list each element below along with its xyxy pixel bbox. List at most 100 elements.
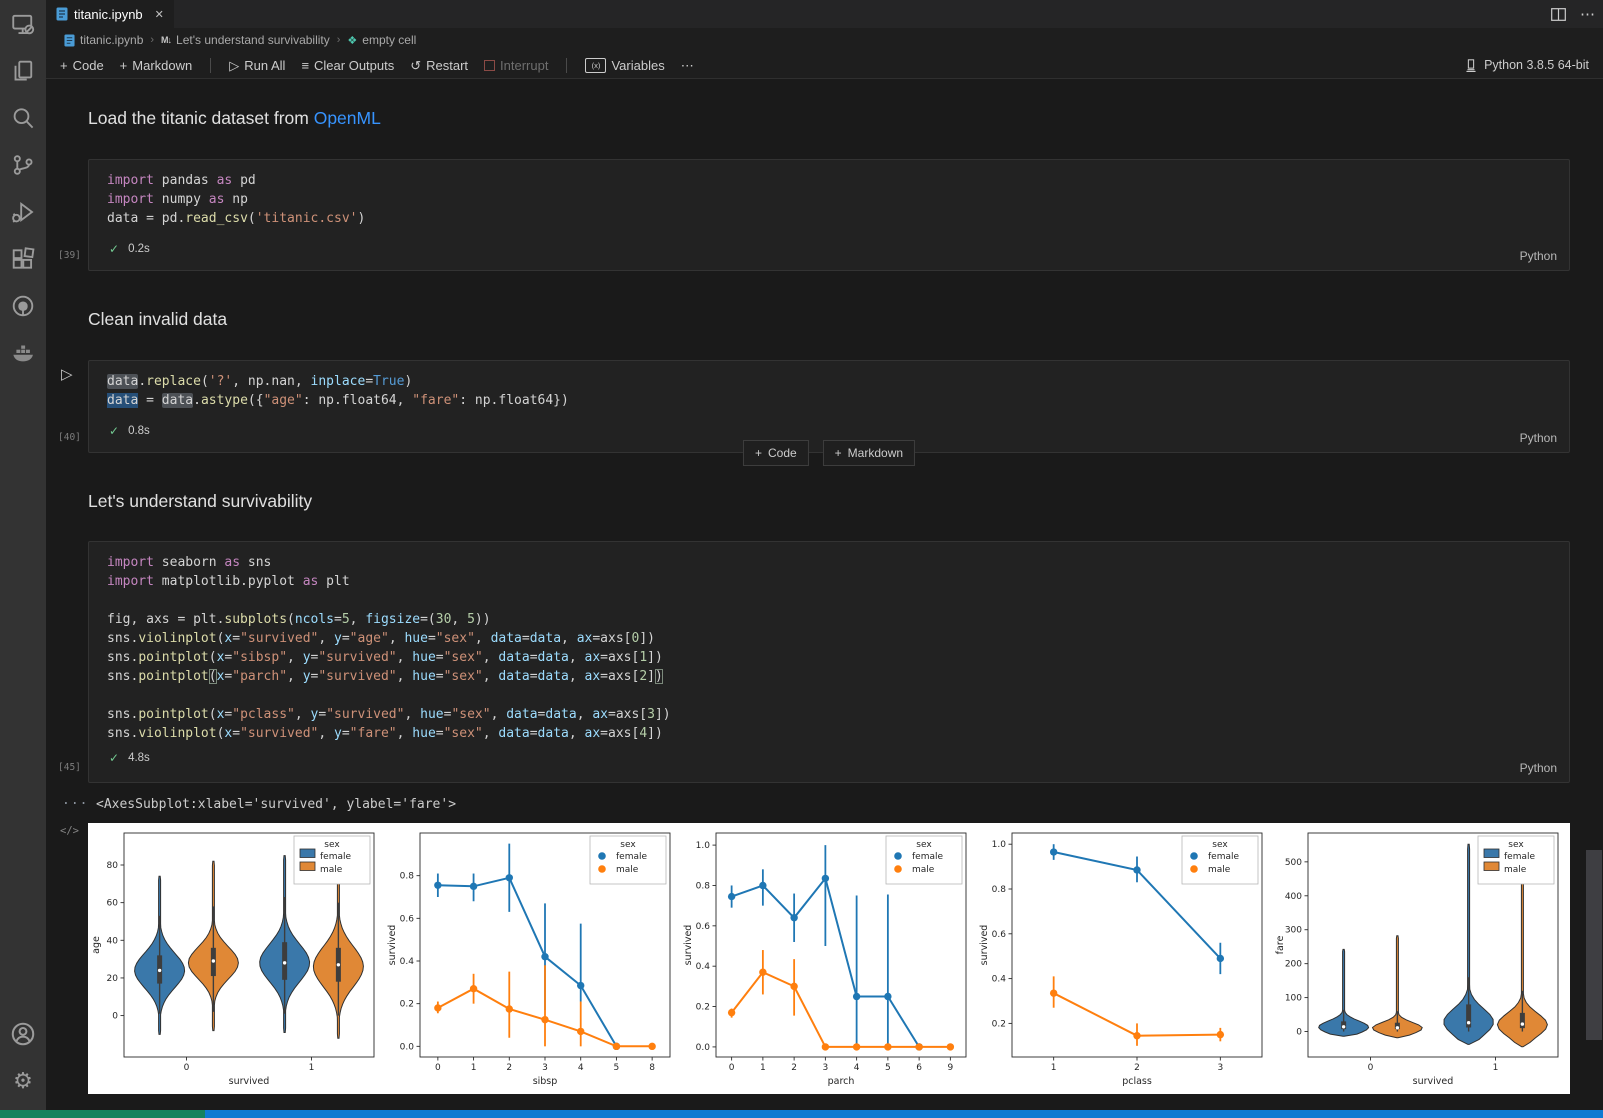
- run-all-button[interactable]: ▷Run All: [229, 58, 285, 73]
- source-control-icon[interactable]: [0, 141, 46, 188]
- svg-text:3: 3: [1217, 1063, 1223, 1073]
- svg-text:0.4: 0.4: [696, 962, 711, 972]
- close-icon[interactable]: ✕: [155, 8, 164, 21]
- output-repr-text: <AxesSubplot:xlabel='survived', ylabel='…: [96, 797, 456, 812]
- success-check-icon: ✓: [109, 751, 119, 765]
- svg-text:female: female: [616, 852, 647, 862]
- svg-text:3: 3: [542, 1063, 548, 1073]
- output-collapse-icon[interactable]: ...: [62, 793, 88, 808]
- svg-text:0.4: 0.4: [992, 975, 1007, 985]
- toolbar-separator: [566, 58, 567, 73]
- code-editor[interactable]: import pandas as pdimport numpy as npdat…: [89, 160, 1569, 228]
- svg-text:0: 0: [112, 1012, 118, 1022]
- tab-bar: titanic.ipynb ✕ ⋯: [46, 0, 1603, 28]
- svg-text:20: 20: [107, 974, 119, 984]
- tab-titanic-ipynb[interactable]: titanic.ipynb ✕: [46, 0, 174, 28]
- code-cell-1[interactable]: [39] import pandas as pdimport numpy as …: [88, 159, 1570, 271]
- svg-text:female: female: [1504, 852, 1535, 862]
- github-icon[interactable]: [0, 282, 46, 329]
- interrupt-button[interactable]: Interrupt: [484, 58, 548, 73]
- svg-text:0: 0: [1296, 1028, 1302, 1038]
- svg-text:6: 6: [916, 1063, 922, 1073]
- svg-text:0: 0: [729, 1063, 735, 1073]
- svg-text:500: 500: [1285, 858, 1302, 868]
- svg-text:male: male: [912, 865, 935, 875]
- more-actions-icon[interactable]: ⋯: [1580, 5, 1595, 23]
- cell-language[interactable]: Python: [1520, 431, 1557, 445]
- interrupt-icon: [484, 60, 495, 71]
- add-markdown-button[interactable]: +Markdown: [120, 58, 193, 73]
- plus-icon: +: [755, 446, 762, 460]
- clear-outputs-button[interactable]: ≡Clear Outputs: [301, 58, 394, 73]
- toolbar-more-icon[interactable]: ⋯: [681, 59, 694, 72]
- split-editor-icon[interactable]: [1551, 8, 1566, 21]
- settings-gear-icon[interactable]: ⚙: [0, 1057, 46, 1104]
- run-debug-icon[interactable]: [0, 188, 46, 235]
- svg-text:sex: sex: [1508, 840, 1524, 850]
- remote-explorer-icon[interactable]: [0, 0, 46, 47]
- markdown-text: Let's understand survivability: [88, 491, 312, 511]
- svg-text:4: 4: [578, 1063, 584, 1073]
- execution-time: 4.8s: [128, 752, 150, 764]
- insert-markdown-button[interactable]: +Markdown: [823, 440, 915, 466]
- chevron-right-icon: ›: [148, 34, 156, 46]
- svg-text:0.8: 0.8: [696, 881, 711, 891]
- search-icon[interactable]: [0, 94, 46, 141]
- execution-time: 0.8s: [128, 425, 150, 437]
- markdown-text: Load the titanic dataset from: [88, 108, 314, 128]
- point-chart-survived-by-sibsp: 0.00.20.40.60.80123458sibspsurvivedsexfe…: [384, 825, 680, 1093]
- point-chart-survived-by-parch: 0.00.20.40.60.81.001234569parchsurviveds…: [680, 825, 976, 1093]
- markdown-cell-clean-data[interactable]: Clean invalid data: [88, 305, 1570, 334]
- run-cell-icon[interactable]: ▷: [61, 365, 73, 383]
- editor-area: titanic.ipynb ✕ ⋯ titanic.ipynb › M↓ Let…: [46, 0, 1603, 1110]
- point-chart-survived-by-pclass: 0.20.40.60.81.0123pclasssurvivedsexfemal…: [976, 825, 1272, 1093]
- scrollbar-thumb[interactable]: [1586, 850, 1602, 1040]
- restart-button[interactable]: ↺Restart: [410, 58, 468, 73]
- insert-code-button[interactable]: +Code: [743, 440, 809, 466]
- remote-status-segment[interactable]: [0, 1110, 205, 1118]
- change-presentation-icon[interactable]: </>: [60, 825, 79, 837]
- svg-text:1.0: 1.0: [696, 841, 711, 851]
- add-code-button[interactable]: +Code: [60, 58, 104, 73]
- svg-text:female: female: [912, 852, 943, 862]
- breadcrumb-cell[interactable]: empty cell: [362, 33, 416, 47]
- markdown-cell-survivability[interactable]: Let's understand survivability: [88, 487, 1570, 516]
- cell-language[interactable]: Python: [1520, 249, 1557, 263]
- breadcrumb-file[interactable]: titanic.ipynb: [80, 33, 143, 47]
- explorer-icon[interactable]: [0, 47, 46, 94]
- svg-text:5: 5: [885, 1063, 891, 1073]
- openml-link[interactable]: OpenML: [314, 108, 381, 128]
- variables-button[interactable]: (x)Variables: [585, 58, 664, 73]
- svg-text:0.2: 0.2: [696, 1003, 710, 1013]
- account-icon[interactable]: [0, 1010, 46, 1057]
- cell-symbol-icon: ❖: [347, 34, 357, 47]
- markdown-cell-load-dataset[interactable]: Load the titanic dataset from OpenML: [88, 104, 1570, 133]
- svg-text:100: 100: [1285, 994, 1302, 1004]
- svg-text:2: 2: [1134, 1063, 1140, 1073]
- notebook-scroll-area[interactable]: Load the titanic dataset from OpenML [39…: [46, 79, 1603, 1110]
- svg-text:2: 2: [791, 1063, 797, 1073]
- docker-icon[interactable]: [0, 329, 46, 376]
- svg-text:1.0: 1.0: [992, 840, 1007, 850]
- svg-text:sex: sex: [324, 840, 340, 850]
- code-editor[interactable]: import seaborn as snsimport matplotlib.p…: [89, 542, 1569, 743]
- violin-chart-age-by-survived: 02040608001survivedagesexfemalemale: [88, 825, 384, 1093]
- svg-text:400: 400: [1285, 892, 1302, 902]
- svg-text:0.0: 0.0: [696, 1043, 711, 1053]
- kernel-picker[interactable]: Python 3.8.5 64-bit: [1464, 52, 1589, 78]
- svg-text:3: 3: [823, 1063, 829, 1073]
- svg-text:age: age: [91, 936, 102, 954]
- svg-text:0.0: 0.0: [400, 1042, 415, 1052]
- svg-text:survived: survived: [1413, 1076, 1454, 1087]
- breadcrumb-section[interactable]: Let's understand survivability: [176, 33, 330, 47]
- status-bar-main[interactable]: [205, 1110, 1603, 1118]
- svg-text:1: 1: [1051, 1063, 1057, 1073]
- svg-text:5: 5: [614, 1063, 620, 1073]
- cell-language[interactable]: Python: [1520, 761, 1557, 775]
- code-cell-3[interactable]: [45] import seaborn as snsimport matplot…: [88, 541, 1570, 783]
- code-editor[interactable]: data.replace('?', np.nan, inplace=True)d…: [89, 361, 1569, 410]
- execution-count: [45]: [58, 762, 81, 773]
- svg-text:female: female: [1208, 852, 1239, 862]
- svg-text:male: male: [320, 865, 343, 875]
- extensions-icon[interactable]: [0, 235, 46, 282]
